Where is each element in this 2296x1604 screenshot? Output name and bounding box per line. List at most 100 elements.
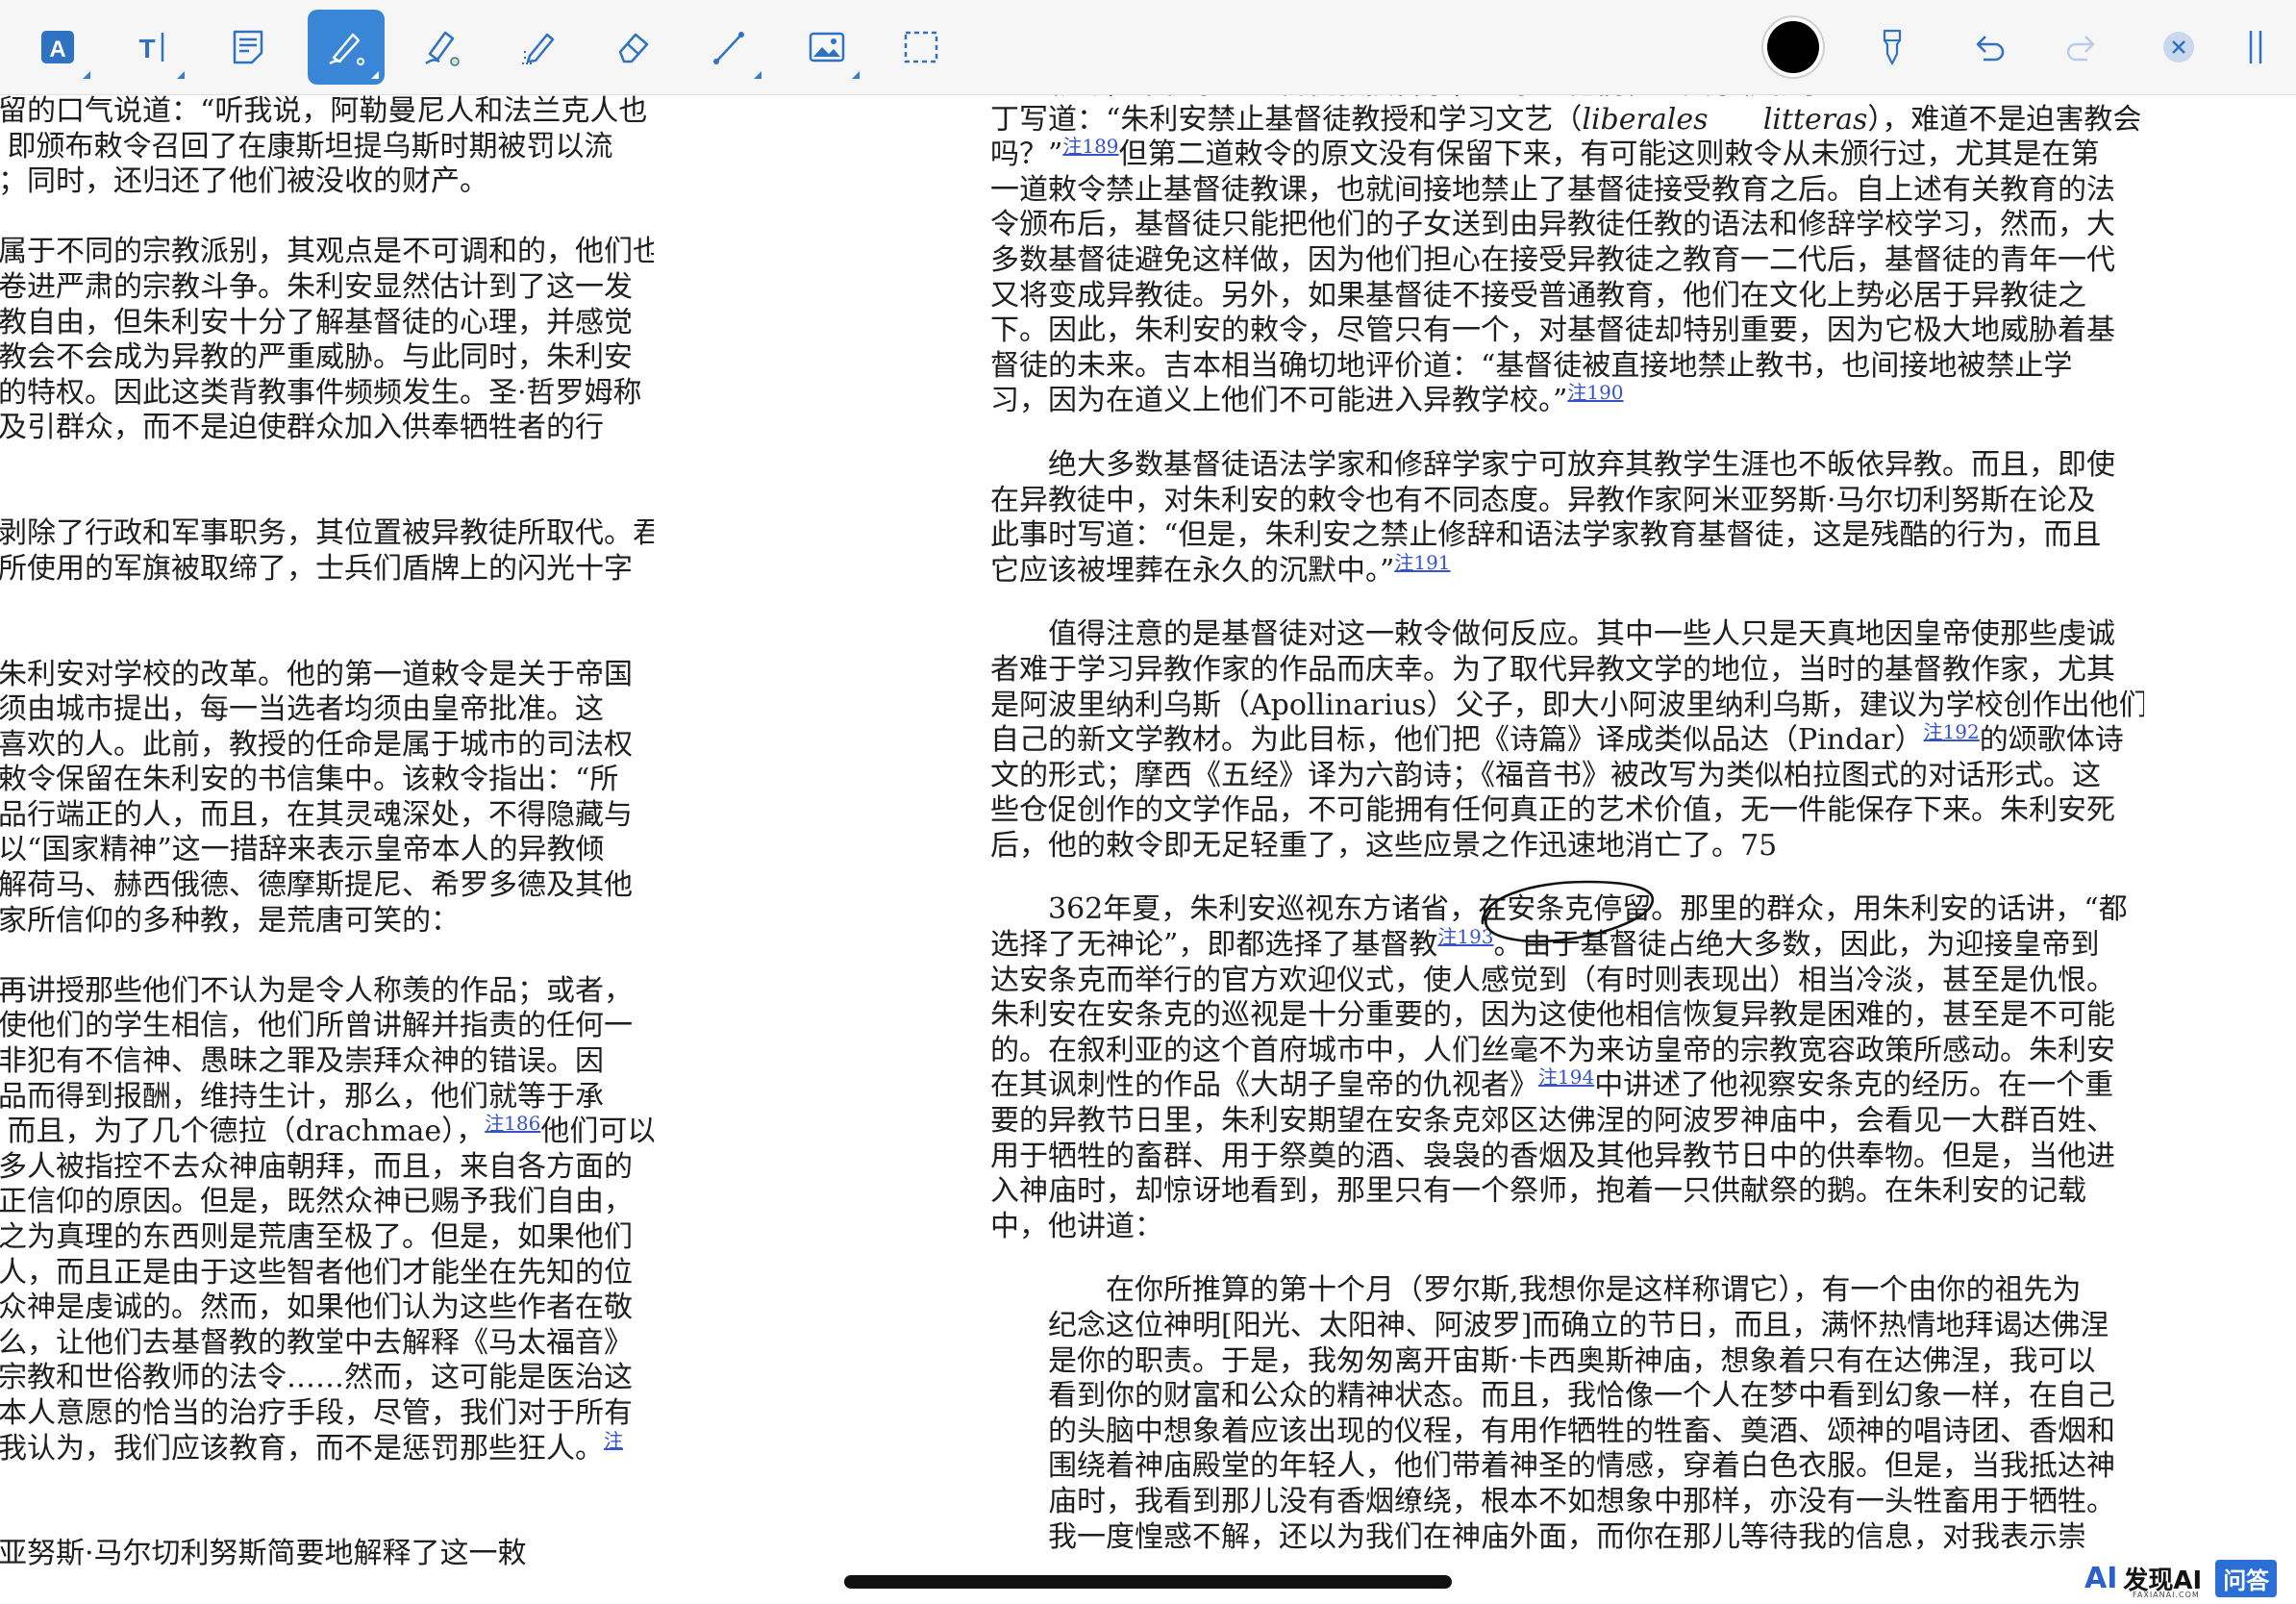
text-line: 丁写道：“朱利安禁止基督徒教授和学习文艺（liberales litteras）…: [990, 102, 2142, 137]
text-line: 家所信仰的多种教，是荒唐可笑的：: [0, 903, 460, 938]
note-icon: [233, 30, 263, 64]
text-line: 使他们的学生相信，他们所曾讲解并指责的任何一: [0, 1009, 633, 1043]
text-line: 它应该被埋葬在永久的沉默中。”注191: [990, 550, 1451, 588]
text-line: 之为真理的东西则是荒唐至极了。但是，如果他们: [0, 1220, 633, 1254]
pen-settings-button[interactable]: [1854, 10, 1931, 85]
footnote-link-186[interactable]: 注186: [485, 1112, 540, 1135]
line-icon: [713, 32, 744, 64]
watermark-qa-button[interactable]: 问答: [2215, 1559, 2278, 1597]
note-tool-button[interactable]: [210, 10, 287, 85]
text-line: 绝大多数基督徒语法学家和修辞学家宁可放弃其教学生涯也不皈依异教。而且，即使: [1048, 447, 2115, 482]
text-line: 些仓促创作的文学作品，不可能拥有任何真正的艺术价值，无一件能保存下来。朱利安死: [990, 793, 2115, 828]
text-line: 解荷马、赫西俄德、德摩斯提尼、希罗多德及其他: [0, 868, 633, 903]
text-line: 朱利安对学校的改革。他的第一道敕令是关于帝国: [0, 657, 633, 691]
text-line: 达安条克而举行的官方欢迎仪式，使人感觉到（有时则表现出）相当冷淡，甚至是仇恨。: [990, 963, 2115, 997]
svg-text:A: A: [49, 37, 65, 63]
text-line: [0, 622, 654, 658]
footnote-link-191[interactable]: 注191: [1394, 551, 1450, 574]
text-line: 教自由，但朱利安十分了解基督徒的心理，并感觉: [0, 305, 633, 339]
text-line: 要的异教节日里，朱利安期望在安条克郊区达佛涅的阿波罗神庙中，会看见一大群百姓、: [990, 1104, 2115, 1139]
text-line: 362年夏，朱利安巡视东方诸省，在安条克停留。那里的群众，用朱利安的话讲，“都: [1048, 892, 2128, 927]
quote-line: 是你的职责。于是，我匆匆离开宙斯·卡西奥斯神庙，想象着只有在达佛涅，我可以: [1048, 1343, 2096, 1378]
text-line: 督徒的未来。吉本相当确切地评价道：“基督徒被直接地禁止教书，也间接地被禁止学: [990, 348, 2073, 383]
quote-line: 我一度惶惑不解，还以为我们在神庙外面，而你在那儿等待我的信息，对我表示崇: [1048, 1519, 2086, 1554]
text-line: 非犯有不信神、愚昧之罪及崇拜众神的错误。因: [0, 1044, 604, 1079]
quote-line: 在你所推算的第十个月（罗尔斯,我想你是这样称谓它），有一个由你的祖先为: [1106, 1273, 2082, 1308]
text-style-tool-button[interactable]: A: [19, 10, 96, 85]
pen-icon: [329, 33, 364, 65]
text-line: 亚努斯·马尔切利努斯简要地解释了这一敕: [0, 1537, 527, 1566]
text-line: 又将变成异教徒。另外，如果基督徒不接受普通教育，他们在文化上势必居于异教徒之: [990, 278, 2086, 313]
text-line: 多人被指控不去众神庙朝拜，而且，来自各方面的: [0, 1149, 633, 1184]
text-line: 正信仰的原因。但是，既然众神已赐予我们自由，: [0, 1185, 633, 1219]
quote-line: 围绕着神庙殿堂的年轻人，他们带着神圣的情感，穿着白色衣服。但是，当我抵达神: [1048, 1449, 2115, 1484]
text-line: [0, 1502, 654, 1538]
left-page: 留的口气说道：“听我说，阿勒曼尼人和法兰克人也 即颁布敕令召回了在康斯坦提乌斯时…: [0, 94, 654, 1566]
text-line: 吗？”注189但第二道敕令的原文没有保留下来，有可能这则敕令从未颁行过，尤其是在…: [990, 135, 2100, 172]
home-indicator[interactable]: [844, 1575, 1452, 1589]
svg-text:T: T: [138, 34, 155, 63]
selection-tool-button[interactable]: [883, 10, 960, 85]
undo-button[interactable]: [1950, 10, 2027, 85]
redo-button[interactable]: [2044, 10, 2121, 85]
text-line: [0, 587, 654, 622]
quote-line: 的头脑中想象着应该出现的仪程，有用作牺牲的牲畜、奠酒、颂神的唱诗团、香烟和: [1048, 1414, 2115, 1448]
text-line: 本人意愿的恰当的治疗手段，尽管，我们对于所有: [0, 1395, 633, 1430]
text-line: 卷进严肃的宗教斗争。朱利安显然估计到了这一发: [0, 269, 633, 304]
text-line: 留的口气说道：“听我说，阿勒曼尼人和法兰克人也: [0, 94, 648, 128]
text-line: 者难于学习异教作家的作品而庆幸。为了取代异教文学的地位，当时的基督教作家，尤其: [990, 652, 2115, 687]
eraser-tool-button[interactable]: [594, 10, 671, 85]
pen-tool-button[interactable]: [308, 10, 385, 85]
image-tool-button[interactable]: [788, 10, 865, 85]
quote-line: 纪念这位神明[阳光、太阳神、阿波罗]而确立的节日，而且，满怀热情地拜谒达佛涅: [1048, 1309, 2109, 1342]
paragraph-2: 绝大多数基督徒语法学家和修辞学家宁可放弃其教学生涯也不皈依异教。而且，即使 在异…: [990, 448, 2144, 589]
footnote-link-192[interactable]: 注192: [1924, 720, 1980, 743]
text-line: 剥除了行政和军事职务，其位置被异教徒所取代。君: [0, 516, 654, 551]
marker-icon: [1883, 29, 1902, 65]
highlighter-tool-button[interactable]: [402, 10, 479, 85]
paragraph-3: 值得注意的是基督徒对这一敕令做何反应。其中一些人只是天真地因皇帝使那些虔诚 者难…: [990, 617, 2144, 864]
watermark: AI 发现AI FAXIANAI.COM 问答: [2084, 1558, 2278, 1599]
text-line: 属于不同的宗教派别，其观点是不可调和的，他们也: [0, 235, 654, 269]
left-page-text: 留的口气说道：“听我说，阿勒曼尼人和法兰克人也 即颁布敕令召回了在康斯坦提乌斯时…: [0, 94, 654, 1566]
text-line: 众神是虔诚的。然而，如果他们认为这些作者在敬: [0, 1291, 633, 1325]
footnote-link-193[interactable]: 注193: [1437, 925, 1493, 948]
sidebar-toggle-button[interactable]: [2227, 10, 2284, 85]
pencil-tool-button[interactable]: [500, 10, 577, 85]
partial-top-line: 二道敕令，不仅禁止基督徒教授哲学，也禁止他们在此类学校就学。: [990, 94, 2144, 103]
footnote-link-189[interactable]: 注189: [1062, 135, 1118, 158]
image-icon: [809, 32, 845, 63]
text-line: 文的形式；摩西《五经》译为六韵诗；《福音书》被改写为类似柏拉图式的对话形式。这: [990, 758, 2101, 792]
text-line: 的。在叙利亚的这个首府城市中，人们丝毫不为来访皇帝的宗教宽容政策所感动。朱利安: [990, 1033, 2115, 1067]
text-line: 多数基督徒避免这样做，因为他们担心在接受异教徒之教育一二代后，基督徒的青年一代: [990, 242, 2115, 277]
watermark-subtitle: FAXIANAI.COM: [2133, 1591, 2200, 1599]
text-line: 敕令保留在朱利安的书信集中。该敕令指出：“所: [0, 763, 619, 797]
footnote-link-194[interactable]: 注194: [1538, 1065, 1594, 1089]
line-tool-button[interactable]: [690, 10, 767, 85]
text-tool-button[interactable]: T: [113, 10, 190, 85]
footnote-link-partial[interactable]: 注: [604, 1429, 623, 1452]
text-line: 所使用的军旗被取缔了，士兵们盾牌上的闪光十字: [0, 551, 633, 586]
text-line: 在其讽刺性的作品《大胡子皇帝的仇视者》注194中讲述了他视察安条克的经历。在一个…: [990, 1065, 2114, 1103]
text-line: ；同时，还归还了他们被没收的财产。: [0, 164, 488, 199]
ink-color-swatch[interactable]: [1767, 21, 1819, 73]
text-line: 选择了无神论”，即都选择了基督教注193。由于基督徒占绝大多数，因此，为迎接皇帝…: [990, 925, 2100, 963]
paragraph-4: 362年夏，朱利安巡视东方诸省，在安条克停留。那里的群众，用朱利安的话讲，“都 …: [990, 892, 2144, 1244]
text-line: [0, 446, 654, 482]
text-line: 自己的新文学教材。为此目标，他们把《诗篇》译成类似品达（Pindar）注192的…: [990, 720, 2124, 758]
text-line: 品而得到报酬，维持生计，那么，他们就等于承: [0, 1079, 604, 1114]
undo-icon: [1976, 36, 2005, 62]
text-style-icon: A: [41, 31, 74, 63]
quote-line: 看到你的财富和公众的精神状态。而且，我恰像一个人在梦中看到幻象一样，在自己: [1048, 1379, 2115, 1414]
marquee-select-icon: [904, 31, 938, 63]
close-toolbar-button[interactable]: [2140, 10, 2217, 85]
pencil-icon: [522, 33, 555, 64]
close-icon: [2163, 32, 2194, 63]
footnote-link-190[interactable]: 注190: [1567, 381, 1623, 404]
text-line: 再讲授那些他们不认为是令人称羡的作品；或者，: [0, 973, 633, 1008]
text-line: 即颁布敕令召回了在康斯坦提乌斯时期被罚以流: [0, 129, 613, 163]
sidebar-icon: [2249, 31, 2262, 63]
text-line: 我认为，我们应该教育，而不是惩罚那些狂人。注: [0, 1428, 623, 1466]
eraser-icon: [618, 33, 649, 63]
text-line: 是阿波里纳利乌斯（Apollinarius）父子，即大小阿波里纳利乌斯，建议为学…: [990, 688, 2144, 722]
